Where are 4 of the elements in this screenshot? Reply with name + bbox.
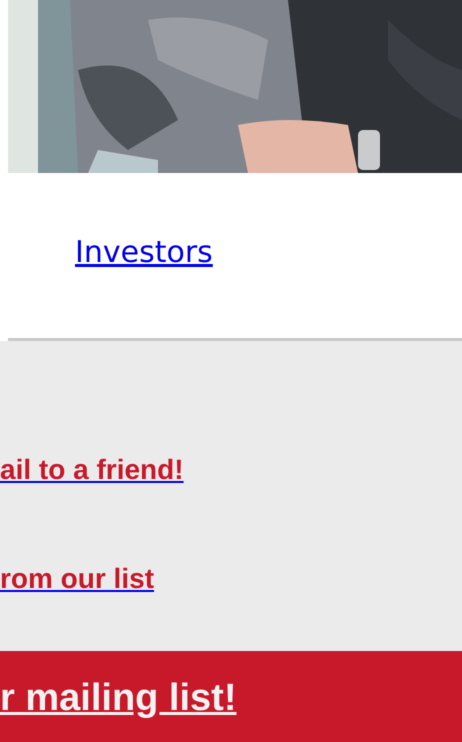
text-link[interactable]: rom our list (0, 563, 154, 594)
text-link[interactable]: ail to a friend! (0, 454, 184, 485)
investors-link[interactable]: Investors (75, 235, 213, 270)
mailing-list-link[interactable]: r mailing list! (0, 677, 236, 719)
